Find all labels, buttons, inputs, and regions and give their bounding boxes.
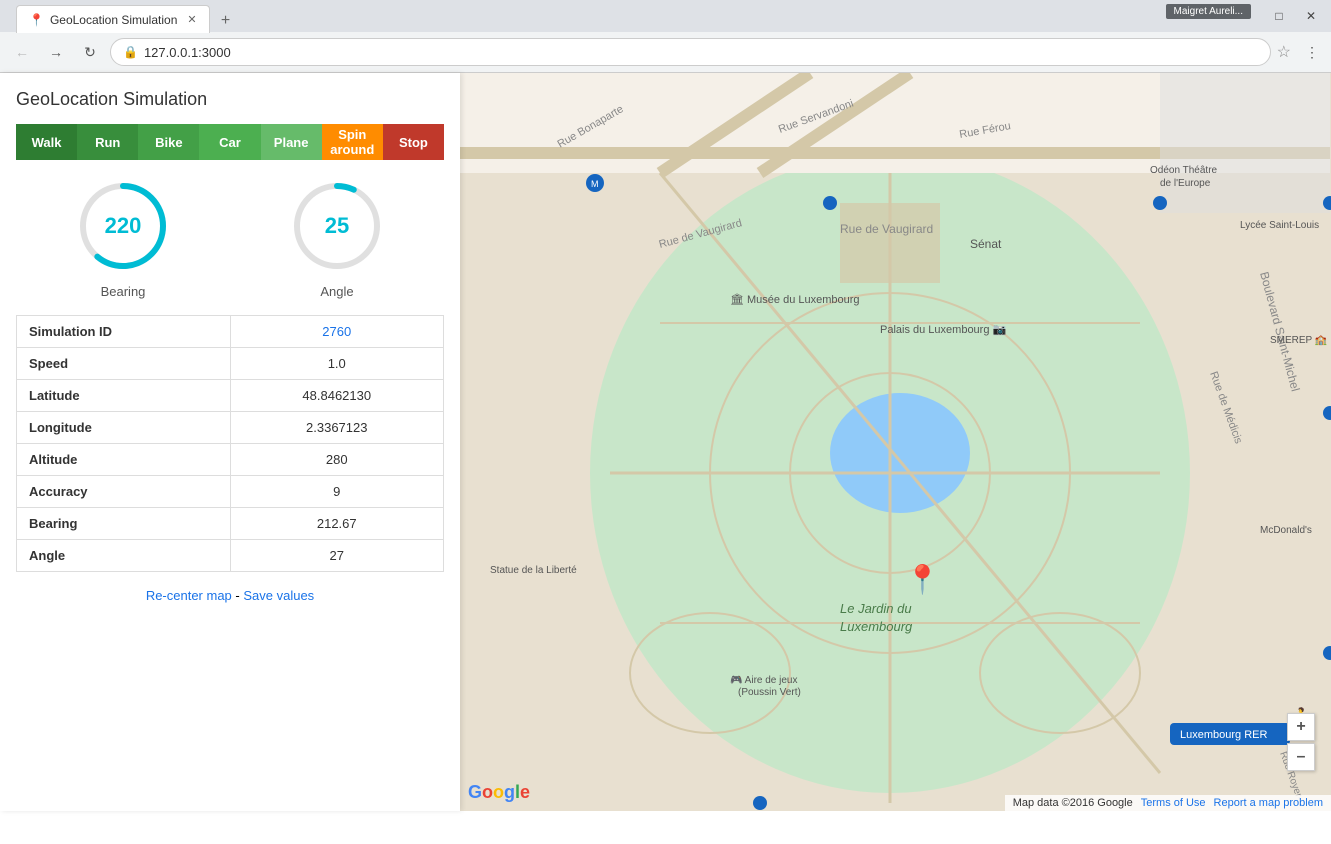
svg-text:Statue de la Liberté: Statue de la Liberté — [490, 565, 577, 576]
table-key: Simulation ID — [17, 316, 231, 348]
table-value: 27 — [230, 540, 444, 572]
reload-button[interactable]: ↻ — [76, 38, 104, 66]
svg-text:McDonald's: McDonald's — [1260, 525, 1312, 536]
angle-value: 25 — [325, 213, 349, 239]
tab-close-button[interactable]: ✕ — [187, 13, 196, 26]
bearing-value: 220 — [105, 213, 142, 239]
bottom-links: Re-center map - Save values — [16, 588, 444, 603]
svg-text:Le Jardin du: Le Jardin du — [840, 601, 912, 616]
stop-button[interactable]: Stop — [383, 124, 444, 160]
svg-text:Luxembourg RER: Luxembourg RER — [1180, 729, 1267, 741]
recenter-map-link[interactable]: Re-center map — [146, 588, 232, 603]
svg-text:Odéon Théâtre: Odéon Théâtre — [1150, 165, 1218, 176]
map-data-label: Map data ©2016 Google — [1013, 797, 1133, 809]
table-key: Bearing — [17, 508, 231, 540]
back-button[interactable]: ← — [8, 38, 36, 66]
table-row: Simulation ID2760 — [17, 316, 444, 348]
tab-favicon: 📍 — [29, 13, 44, 27]
bearing-gauge: 220 Bearing — [73, 176, 173, 299]
svg-text:(Poussin Vert): (Poussin Vert) — [738, 687, 801, 698]
svg-text:Sénat: Sénat — [970, 237, 1002, 251]
spin-around-button[interactable]: Spin around — [322, 124, 383, 160]
table-value: 1.0 — [230, 348, 444, 380]
table-key: Latitude — [17, 380, 231, 412]
table-value: 280 — [230, 444, 444, 476]
svg-text:Luxembourg: Luxembourg — [840, 619, 913, 634]
menu-button[interactable]: ⋮ — [1301, 40, 1323, 65]
car-button[interactable]: Car — [199, 124, 260, 160]
svg-text:Palais du Luxembourg 📷: Palais du Luxembourg 📷 — [880, 324, 1007, 336]
gauges-section: 220 Bearing 25 Angle — [16, 176, 444, 299]
table-value: 48.8462130 — [230, 380, 444, 412]
table-row: Altitude280 — [17, 444, 444, 476]
run-button[interactable]: Run — [77, 124, 138, 160]
table-row: Accuracy9 — [17, 476, 444, 508]
svg-text:de l'Europe: de l'Europe — [1160, 178, 1211, 189]
angle-label: Angle — [320, 284, 353, 299]
plane-button[interactable]: Plane — [261, 124, 322, 160]
table-key: Angle — [17, 540, 231, 572]
map-area[interactable]: Rue Bonaparte Rue Servandoni Rue Férou R… — [460, 73, 1331, 811]
table-key: Altitude — [17, 444, 231, 476]
url-bar[interactable]: 🔒 127.0.0.1:3000 — [110, 38, 1271, 66]
map-footer: Map data ©2016 Google Terms of Use Repor… — [1005, 795, 1331, 811]
report-link[interactable]: Report a map problem — [1214, 797, 1323, 809]
table-row: Bearing212.67 — [17, 508, 444, 540]
table-row: Latitude48.8462130 — [17, 380, 444, 412]
table-row: Longitude2.3367123 — [17, 412, 444, 444]
bookmark-button[interactable]: ☆ — [1277, 42, 1291, 62]
forward-button[interactable]: → — [42, 38, 70, 66]
browser-tab[interactable]: 📍 GeoLocation Simulation ✕ — [16, 5, 210, 33]
table-row: Speed1.0 — [17, 348, 444, 380]
mode-buttons-group: Walk Run Bike Car Plane Spin around Stop — [16, 124, 444, 160]
svg-text:🎮 Aire de jeux: 🎮 Aire de jeux — [730, 675, 798, 686]
maximize-button[interactable]: □ — [1267, 4, 1291, 28]
walk-button[interactable]: Walk — [16, 124, 77, 160]
map-svg: Rue Bonaparte Rue Servandoni Rue Férou R… — [460, 73, 1331, 811]
map-zoom-controls: + – — [1287, 713, 1315, 771]
table-row: Angle27 — [17, 540, 444, 572]
new-tab-button[interactable]: + — [214, 9, 238, 33]
table-value[interactable]: 2760 — [230, 316, 444, 348]
tab-title: GeoLocation Simulation — [50, 13, 177, 27]
bike-button[interactable]: Bike — [138, 124, 199, 160]
table-key: Accuracy — [17, 476, 231, 508]
url-text: 127.0.0.1:3000 — [144, 45, 1258, 60]
user-badge: Maigret Aureli... — [1166, 4, 1251, 19]
table-value: 2.3367123 — [230, 412, 444, 444]
svg-text:Rue de Vaugirard: Rue de Vaugirard — [840, 222, 933, 236]
data-table: Simulation ID2760Speed1.0Latitude48.8462… — [16, 315, 444, 572]
angle-gauge: 25 Angle — [287, 176, 387, 299]
zoom-out-button[interactable]: – — [1287, 743, 1315, 771]
close-button[interactable]: ✕ — [1299, 4, 1323, 28]
bearing-label: Bearing — [101, 284, 146, 299]
svg-text:SMEREP 🏫: SMEREP 🏫 — [1270, 335, 1328, 346]
google-branding: Google — [468, 782, 530, 803]
url-lock-icon: 🔒 — [123, 45, 138, 59]
svg-text:Lycée Saint-Louis: Lycée Saint-Louis — [1240, 220, 1319, 231]
panel-title: GeoLocation Simulation — [16, 89, 444, 110]
map-pin: 📍 — [905, 563, 940, 596]
table-key: Longitude — [17, 412, 231, 444]
svg-text:M: M — [591, 179, 599, 189]
terms-link[interactable]: Terms of Use — [1141, 797, 1206, 809]
simulation-panel: GeoLocation Simulation Walk Run Bike Car… — [0, 73, 460, 811]
svg-text:🏛 Musée du Luxembourg: 🏛 Musée du Luxembourg — [730, 293, 860, 306]
zoom-in-button[interactable]: + — [1287, 713, 1315, 741]
save-values-link[interactable]: Save values — [243, 588, 314, 603]
table-key: Speed — [17, 348, 231, 380]
table-value: 212.67 — [230, 508, 444, 540]
table-value: 9 — [230, 476, 444, 508]
